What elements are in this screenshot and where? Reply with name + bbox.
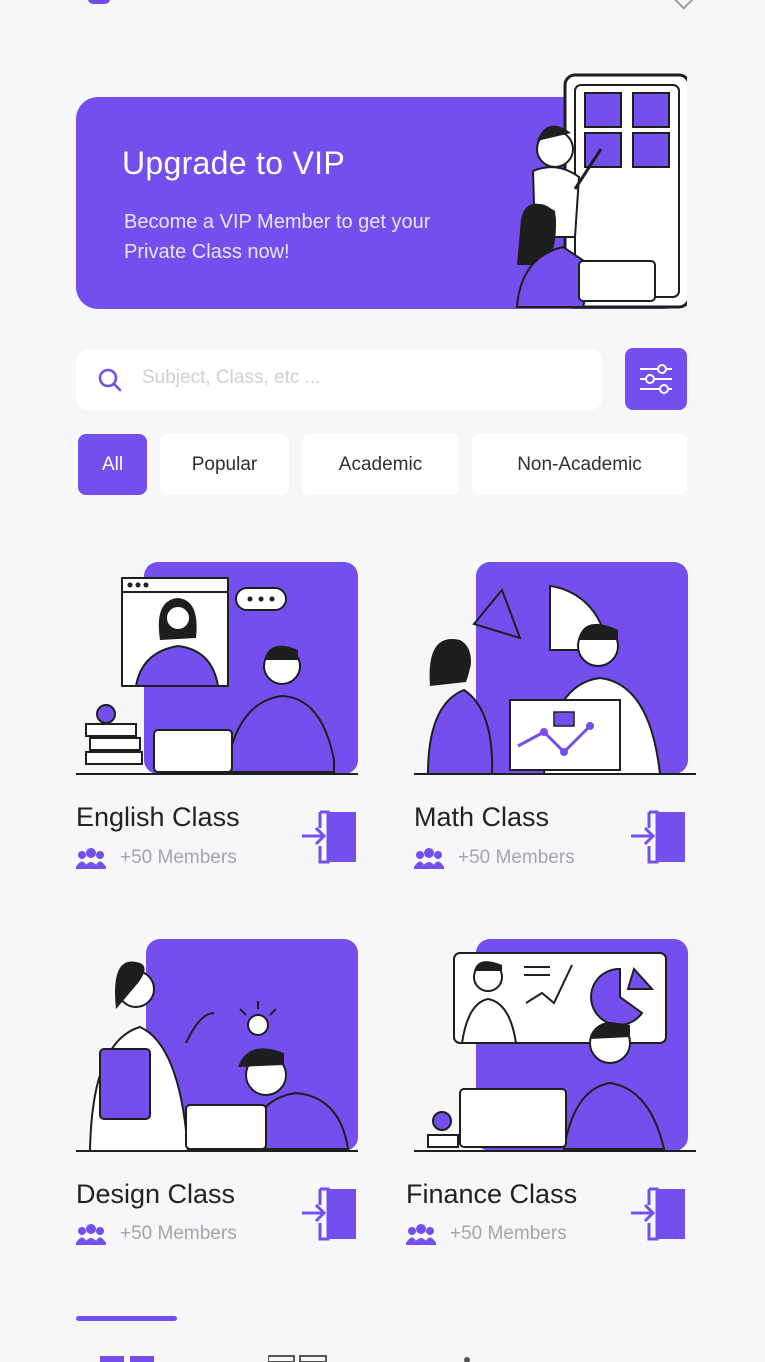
chip-academic[interactable]: Academic	[302, 434, 459, 495]
top-chevron-icon[interactable]	[672, 0, 694, 10]
english-class-illustration	[76, 562, 358, 775]
nav-home-icon[interactable]	[100, 1352, 156, 1362]
chip-popular[interactable]: Popular	[160, 434, 289, 495]
class-title: Finance Class	[406, 1179, 578, 1209]
vip-illustration	[515, 73, 687, 309]
vip-banner[interactable]: Upgrade to VIP Become a VIP Member to ge…	[76, 73, 687, 309]
search-input[interactable]: Subject, Class, etc ...	[142, 367, 320, 389]
members-icon	[406, 1224, 436, 1245]
design-class-illustration	[76, 939, 358, 1152]
active-tab-indicator	[76, 1316, 177, 1321]
banner-subtitle: Become a VIP Member to get your Private …	[124, 211, 431, 263]
nav-grid-icon[interactable]	[268, 1352, 328, 1362]
class-members: +50 Members	[76, 847, 237, 869]
enter-class-icon[interactable]	[631, 808, 687, 866]
members-icon	[76, 848, 106, 869]
math-class-illustration	[414, 562, 696, 775]
members-count: +50 Members	[450, 1223, 567, 1244]
enter-class-icon[interactable]	[302, 1185, 358, 1243]
members-count: +50 Members	[458, 847, 575, 868]
filter-button[interactable]	[625, 348, 687, 410]
members-count: +50 Members	[120, 1223, 237, 1244]
chip-non-academic[interactable]: Non-Academic	[472, 434, 687, 495]
members-icon	[76, 1224, 106, 1245]
class-card-english[interactable]: English Class +50 Members	[76, 562, 358, 882]
class-card-finance[interactable]: Finance Class +50 Members	[406, 939, 696, 1259]
class-members: +50 Members	[76, 1223, 237, 1245]
class-members: +50 Members	[406, 1223, 567, 1245]
class-card-math[interactable]: Math Class +50 Members	[414, 562, 696, 882]
banner-title: Upgrade to VIP	[122, 145, 345, 181]
nav-profile-icon[interactable]	[462, 1352, 472, 1362]
members-icon	[414, 848, 444, 869]
finance-class-illustration	[414, 939, 696, 1152]
class-title: Design Class	[76, 1179, 236, 1209]
search-bar[interactable]: Subject, Class, etc ...	[76, 349, 602, 410]
class-members: +50 Members	[414, 847, 575, 869]
members-count: +50 Members	[120, 847, 237, 868]
class-title: English Class	[76, 802, 240, 832]
enter-class-icon[interactable]	[631, 1185, 687, 1243]
top-edge-icon	[88, 0, 110, 4]
class-title: Math Class	[414, 802, 550, 832]
search-icon	[98, 368, 122, 392]
chip-all[interactable]: All	[78, 434, 147, 495]
enter-class-icon[interactable]	[302, 808, 358, 866]
class-card-design[interactable]: Design Class +50 Members	[76, 939, 358, 1259]
filter-sliders-icon	[640, 364, 672, 394]
